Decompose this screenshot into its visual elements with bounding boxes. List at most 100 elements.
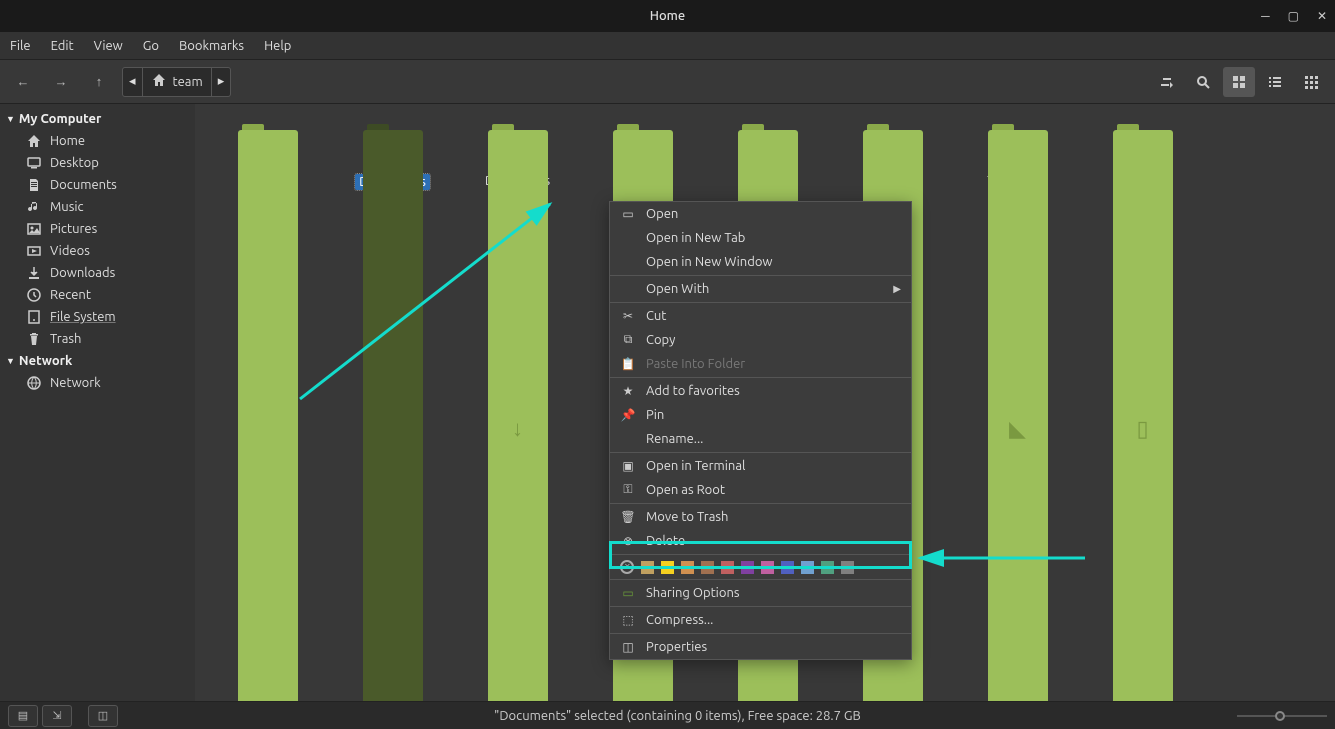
menu-add-favorites[interactable]: ★Add to favorites	[610, 379, 911, 403]
sidebar-item-label: Trash	[50, 332, 81, 346]
search-button[interactable]	[1187, 67, 1219, 97]
menu-open-terminal[interactable]: ▣Open in Terminal	[610, 454, 911, 478]
icon-view-button[interactable]	[1223, 67, 1255, 97]
statusbar-tree-button[interactable]: ⇲	[42, 705, 72, 727]
breadcrumb-current-label: team	[173, 75, 203, 89]
color-swatch[interactable]	[641, 561, 654, 574]
sidebar-item-network[interactable]: Network	[0, 372, 195, 394]
delete-icon: ⊗	[620, 534, 636, 548]
color-swatch[interactable]	[761, 561, 774, 574]
menu-edit[interactable]: Edit	[51, 39, 74, 53]
sidebar-item-documents[interactable]: Documents	[0, 174, 195, 196]
properties-icon: ◫	[620, 640, 636, 654]
menu-cut[interactable]: ✂Cut	[610, 304, 911, 328]
folder-videos[interactable]: ▯Videos	[1100, 124, 1185, 190]
menu-bookmarks[interactable]: Bookmarks	[179, 39, 244, 53]
folder-icon: ▯	[1113, 124, 1173, 168]
menu-go[interactable]: Go	[143, 39, 159, 53]
menu-view[interactable]: View	[94, 39, 123, 53]
folder-desktop[interactable]: Desktop	[225, 124, 310, 190]
folder-icon: ↓	[488, 124, 548, 168]
menu-move-trash[interactable]: 🗑Move to Trash	[610, 505, 911, 529]
list-view-button[interactable]	[1259, 67, 1291, 97]
menu-color-tags-row	[610, 556, 911, 578]
sidebar-item-label: Home	[50, 134, 85, 148]
folder-templates[interactable]: ◣Templates	[975, 124, 1060, 190]
menu-help[interactable]: Help	[264, 39, 291, 53]
net-icon	[26, 375, 42, 391]
menu-open-new-window[interactable]: Open in New Window	[610, 250, 911, 274]
folder-music[interactable]: ♪Music	[600, 124, 685, 190]
color-swatch[interactable]	[681, 561, 694, 574]
sidebar-item-home[interactable]: Home	[0, 130, 195, 152]
menu-open-new-tab[interactable]: Open in New Tab	[610, 226, 911, 250]
color-swatch[interactable]	[661, 561, 674, 574]
sidebar-item-file-system[interactable]: File System	[0, 306, 195, 328]
breadcrumb-home[interactable]: team	[143, 68, 212, 96]
dl-icon	[26, 265, 42, 281]
sidebar-item-videos[interactable]: Videos	[0, 240, 195, 262]
color-swatch[interactable]	[781, 561, 794, 574]
up-button[interactable]: ↑	[84, 67, 114, 97]
main-pane[interactable]: Desktop Documents ↓Downloads ♪Music ◉Picture…	[195, 104, 1335, 701]
desktop-icon	[26, 155, 42, 171]
maximize-button[interactable]: ▢	[1288, 9, 1299, 23]
folder-documents[interactable]: Documents	[350, 124, 435, 190]
window-title: Home	[650, 9, 685, 23]
window-controls: ─ ▢ ✕	[1261, 9, 1327, 23]
color-swatch[interactable]	[801, 561, 814, 574]
sidebar-item-label: File System	[50, 310, 116, 324]
sidebar-item-recent[interactable]: Recent	[0, 284, 195, 306]
folder-public[interactable]: ∞Public	[850, 124, 935, 190]
menu-pin[interactable]: 📌Pin	[610, 403, 911, 427]
close-button[interactable]: ✕	[1317, 9, 1327, 23]
folder-downloads[interactable]: ↓Downloads	[475, 124, 560, 190]
menu-sharing-options[interactable]: ▭Sharing Options	[610, 581, 911, 605]
menu-rename[interactable]: Rename...	[610, 427, 911, 451]
breadcrumb-back-icon[interactable]: ◂	[123, 68, 143, 96]
back-button[interactable]: ←	[8, 67, 38, 97]
status-text: "Documents" selected (containing 0 items…	[118, 709, 1237, 723]
forward-button[interactable]: →	[46, 67, 76, 97]
compact-view-button[interactable]	[1295, 67, 1327, 97]
breadcrumb: ◂ team ▸	[122, 67, 231, 97]
title-bar: Home ─ ▢ ✕	[0, 0, 1335, 32]
color-swatch[interactable]	[821, 561, 834, 574]
chevron-down-icon: ▼	[6, 356, 15, 366]
trash-icon	[26, 331, 42, 347]
sidebar-item-trash[interactable]: Trash	[0, 328, 195, 350]
color-swatch[interactable]	[721, 561, 734, 574]
sidebar-item-label: Music	[50, 200, 84, 214]
key-icon: ⚿	[620, 483, 636, 497]
home-icon	[26, 133, 42, 149]
sidebar-item-music[interactable]: Music	[0, 196, 195, 218]
color-swatch[interactable]	[841, 561, 854, 574]
zoom-slider[interactable]	[1237, 710, 1327, 722]
sidebar-item-downloads[interactable]: Downloads	[0, 262, 195, 284]
color-swatch[interactable]	[701, 561, 714, 574]
color-none-icon[interactable]	[620, 560, 634, 574]
menu-open-with[interactable]: Open With▶	[610, 277, 911, 301]
toolbar: ← → ↑ ◂ team ▸	[0, 60, 1335, 104]
color-swatch[interactable]	[741, 561, 754, 574]
menu-delete[interactable]: ⊗Delete	[610, 529, 911, 553]
toggle-location-button[interactable]	[1151, 67, 1183, 97]
menu-copy[interactable]: ⧉Copy	[610, 328, 911, 352]
menu-compress[interactable]: ⬚Compress...	[610, 608, 911, 632]
statusbar-close-sidebar-button[interactable]: ◫	[88, 705, 118, 727]
menu-open[interactable]: ▭Open	[610, 202, 911, 226]
sidebar-section-network[interactable]: ▼ Network	[0, 350, 195, 372]
statusbar-places-button[interactable]: ▤	[8, 705, 38, 727]
share-icon: ▭	[620, 586, 636, 600]
sidebar-item-pictures[interactable]: Pictures	[0, 218, 195, 240]
folder-pictures[interactable]: ◉Pictures	[725, 124, 810, 190]
menu-open-root[interactable]: ⚿Open as Root	[610, 478, 911, 502]
breadcrumb-forward-icon[interactable]: ▸	[212, 68, 231, 96]
menu-file[interactable]: File	[10, 39, 31, 53]
sidebar-item-desktop[interactable]: Desktop	[0, 152, 195, 174]
minimize-button[interactable]: ─	[1261, 9, 1270, 23]
folder-icon: ∞	[863, 124, 923, 168]
sidebar-section-my-computer[interactable]: ▼ My Computer	[0, 108, 195, 130]
sidebar-item-label: Downloads	[50, 266, 115, 280]
menu-properties[interactable]: ◫Properties	[610, 635, 911, 659]
